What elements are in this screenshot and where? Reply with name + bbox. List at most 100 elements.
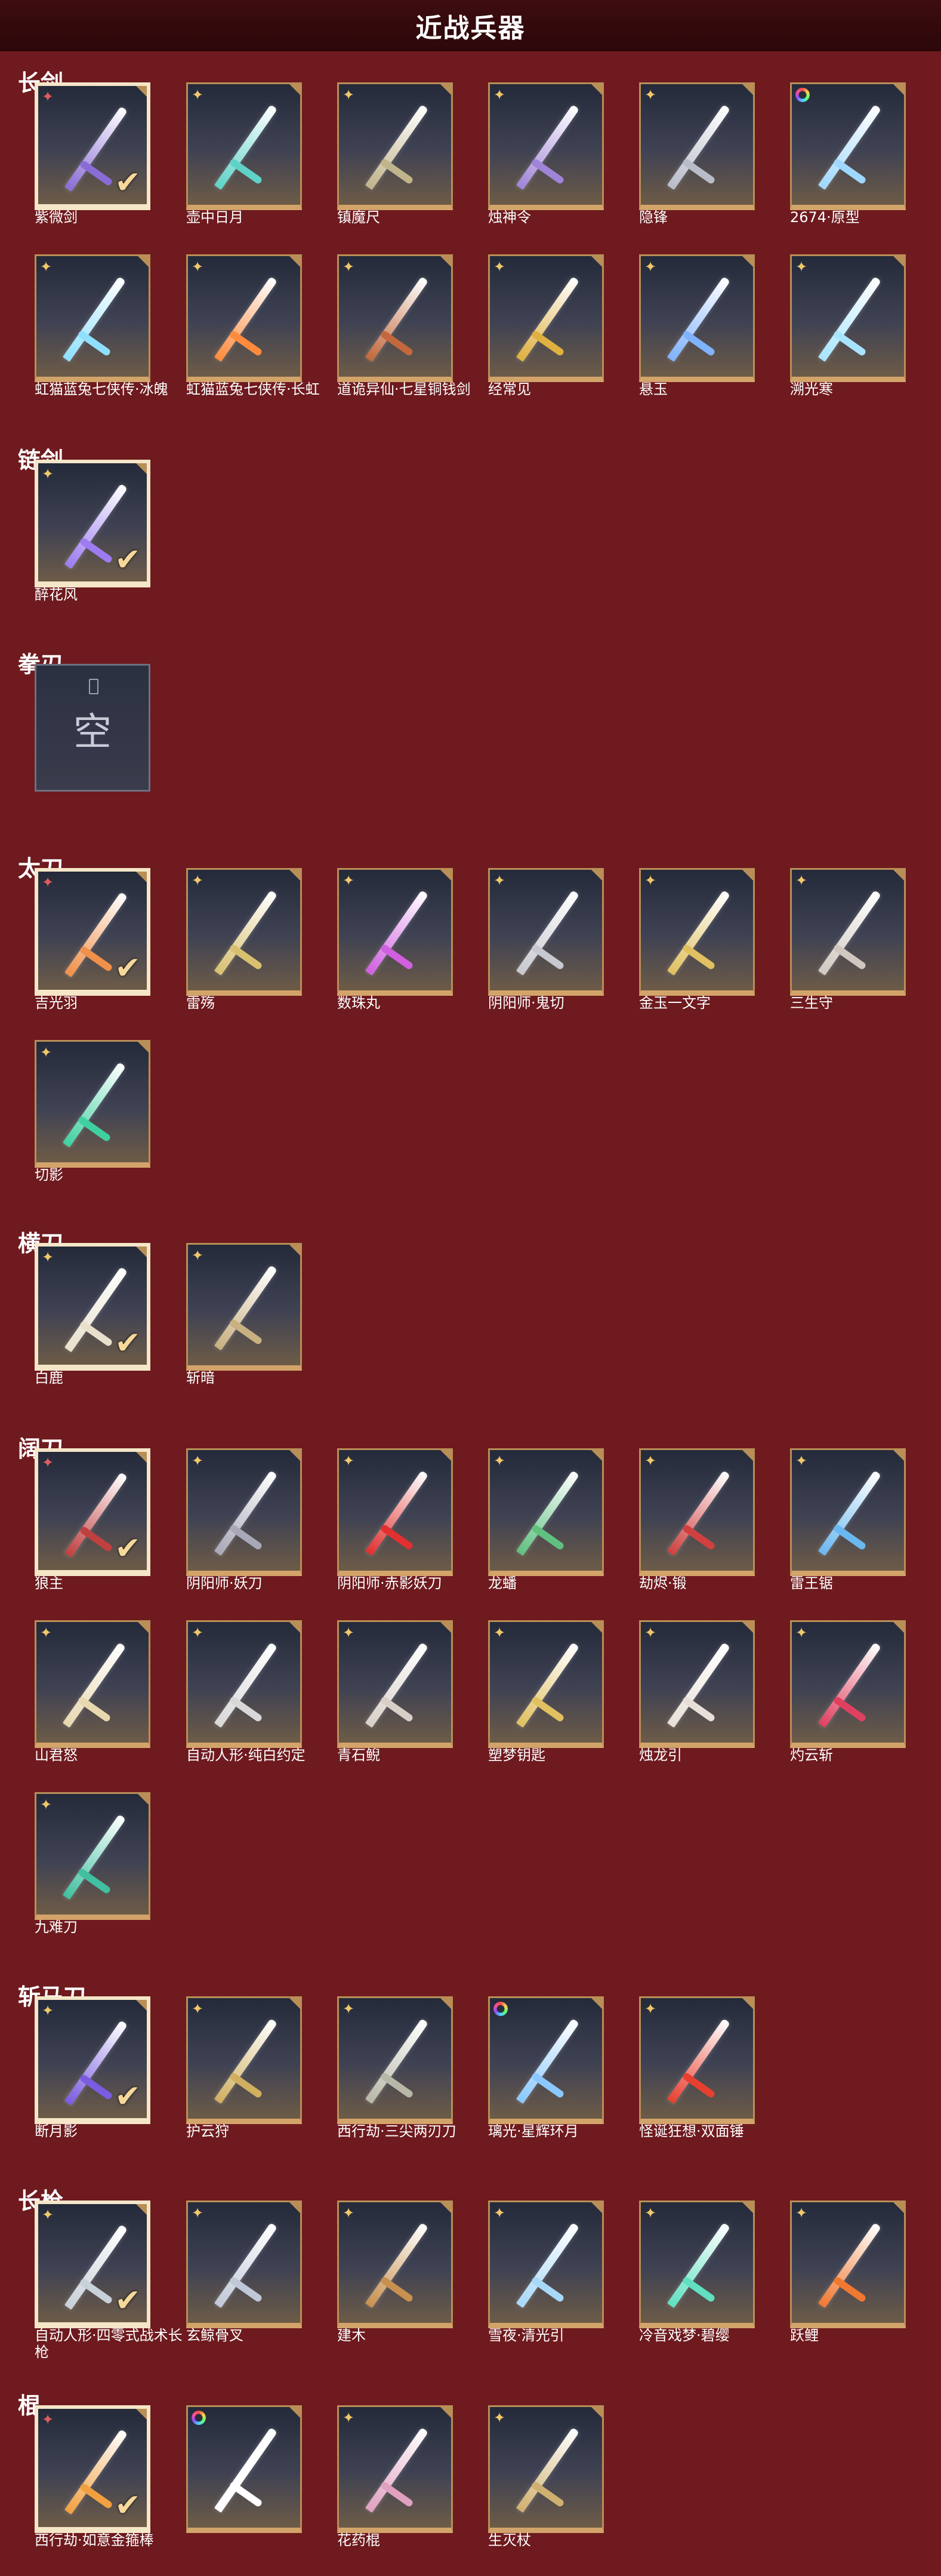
weapon-name: 劫烬·锻 bbox=[639, 1575, 687, 1592]
weapon-card[interactable]: ✦ 劫烬·锻 bbox=[639, 1448, 755, 1592]
weapon-card[interactable]: ✦ 溯光寒 bbox=[790, 254, 906, 398]
weapon-card[interactable]: ✦ 雪夜·清光引 bbox=[488, 2200, 604, 2344]
weapon-card[interactable]: ✦ ✔ 断月影 bbox=[35, 1996, 150, 2140]
corner-notch-icon bbox=[893, 870, 904, 881]
weapon-card[interactable]: ✦ 冷音戏梦·碧缨 bbox=[639, 2200, 755, 2344]
weapon-blade-icon bbox=[667, 2018, 731, 2104]
rarity-gold-star-icon: ✦ bbox=[795, 872, 808, 889]
weapon-card[interactable]: ✦ 山君怒 bbox=[35, 1620, 150, 1764]
rarity-gold-star-icon: ✦ bbox=[343, 1452, 355, 1469]
weapon-slot-empty[interactable]: 空 bbox=[35, 664, 150, 801]
weapon-name: 道诡异仙·七星铜钱剑 bbox=[337, 381, 471, 398]
weapon-thumbnail: ✦ bbox=[186, 1620, 302, 1748]
weapon-card[interactable]: ✦ 烛神令 bbox=[488, 82, 604, 226]
weapon-card[interactable]: ✦ ✔ 西行劫·如意金箍棒 bbox=[35, 2405, 154, 2549]
weapon-card[interactable]: ✦ 虹猫蓝兔七侠传·冰魄 bbox=[35, 254, 168, 398]
weapon-card[interactable]: ✦ 悬玉 bbox=[639, 254, 755, 398]
weapon-card[interactable]: ✦ ✔ 醉花风 bbox=[35, 460, 150, 603]
weapon-card[interactable]: ✦ 灼云斩 bbox=[790, 1620, 906, 1764]
weapon-blade-icon bbox=[62, 1642, 127, 1728]
weapon-card[interactable]: ✦ 隐锋 bbox=[639, 82, 755, 226]
weapon-blade-icon bbox=[516, 2018, 580, 2104]
weapon-card[interactable]: ✦ 塑梦钥匙 bbox=[488, 1620, 604, 1764]
weapon-name: 龙蟠 bbox=[488, 1575, 517, 1592]
weapon-blade-icon bbox=[365, 276, 429, 362]
weapon-card[interactable]: ✦ 经常见 bbox=[488, 254, 604, 398]
weapon-card[interactable]: ✦ ✔ 紫微剑 bbox=[35, 82, 150, 226]
weapon-card[interactable]: ✦ ✔ 狼主 bbox=[35, 1448, 150, 1592]
weapon-name: 生灭杖 bbox=[488, 2532, 531, 2549]
weapon-thumbnail: ✦ bbox=[639, 1620, 755, 1748]
weapon-card[interactable]: ✦ 龙蟠 bbox=[488, 1448, 604, 1592]
weapon-blade-icon bbox=[365, 2427, 429, 2513]
weapon-card[interactable]: ✦ 金玉一文字 bbox=[639, 868, 755, 1011]
weapon-card[interactable]: ✦ 雷殇 bbox=[186, 868, 302, 1011]
weapon-thumbnail bbox=[488, 1996, 604, 2124]
weapon-card[interactable]: ✦ 阴阳师·赤影妖刀 bbox=[337, 1448, 453, 1592]
equipped-check-icon: ✔ bbox=[115, 2488, 141, 2523]
weapon-card[interactable]: 璃光·星辉环月 bbox=[488, 1996, 604, 2140]
weapon-card[interactable]: 2674·原型 bbox=[790, 82, 906, 226]
weapon-blade-icon bbox=[365, 2018, 429, 2104]
weapon-name: 九难刀 bbox=[35, 1919, 78, 1935]
weapon-name: 虹猫蓝兔七侠传·冰魄 bbox=[35, 381, 168, 398]
weapon-card[interactable]: ✦ 青石鲵 bbox=[337, 1620, 453, 1764]
weapon-card[interactable]: ✦ 斩暗 bbox=[186, 1243, 302, 1386]
rarity-gold-star-icon: ✦ bbox=[644, 872, 657, 889]
weapon-name: 塑梦钥匙 bbox=[488, 1747, 545, 1764]
weapon-card[interactable]: ✦ 壶中日月 bbox=[186, 82, 302, 226]
weapon-card[interactable]: ✦ ✔ 自动人形·四零式战术长枪 bbox=[35, 2200, 183, 2360]
corner-notch-icon bbox=[742, 1450, 753, 1461]
weapon-name: 雪夜·清光引 bbox=[488, 2327, 564, 2344]
weapon-card[interactable]: ✦ 花药棍 bbox=[337, 2405, 453, 2549]
corner-notch-icon bbox=[136, 2409, 147, 2420]
weapon-card[interactable]: ✦ 阴阳师·鬼切 bbox=[488, 868, 604, 1011]
corner-notch-icon bbox=[591, 1450, 602, 1461]
weapon-card[interactable]: ✦ 烛龙引 bbox=[639, 1620, 755, 1764]
weapon-card[interactable] bbox=[186, 2405, 302, 2543]
rarity-gold-star-icon: ✦ bbox=[343, 258, 355, 275]
corner-notch-icon bbox=[289, 2407, 300, 2418]
weapon-thumbnail: ✦ bbox=[639, 2200, 755, 2328]
weapon-card[interactable]: ✦ 三生守 bbox=[790, 868, 906, 1011]
corner-notch-icon bbox=[742, 870, 753, 881]
weapon-name: 山君怒 bbox=[35, 1747, 78, 1764]
weapon-card[interactable]: ✦ 玄鲸骨叉 bbox=[186, 2200, 302, 2344]
weapon-card[interactable]: ✦ 切影 bbox=[35, 1040, 150, 1183]
rarity-gold-star-icon: ✦ bbox=[493, 872, 506, 889]
weapon-card[interactable]: ✦ 自动人形·纯白约定 bbox=[186, 1620, 306, 1764]
weapon-name: 花药棍 bbox=[337, 2532, 380, 2549]
weapon-card[interactable]: ✦ ✔ 吉光羽 bbox=[35, 868, 150, 1011]
weapon-blade-icon bbox=[214, 1470, 278, 1556]
weapon-thumbnail: ✦ bbox=[337, 2405, 453, 2533]
rarity-gold-star-icon: ✦ bbox=[644, 258, 657, 275]
weapon-card[interactable]: ✦ 雷王锯 bbox=[790, 1448, 906, 1592]
weapon-card[interactable]: ✦ 生灭杖 bbox=[488, 2405, 604, 2549]
weapon-card[interactable]: ✦ ✔ 白鹿 bbox=[35, 1243, 150, 1386]
rarity-gold-star-icon: ✦ bbox=[644, 1624, 657, 1641]
corner-notch-icon bbox=[289, 84, 300, 95]
corner-notch-icon bbox=[440, 2407, 451, 2418]
weapon-blade-icon bbox=[817, 276, 882, 362]
weapon-card[interactable]: ✦ 镇魔尺 bbox=[337, 82, 453, 226]
weapon-card[interactable]: ✦ 西行劫·三尖两刃刀 bbox=[337, 1996, 456, 2140]
weapon-name: 断月影 bbox=[35, 2123, 78, 2140]
rarity-gold-star-icon: ✦ bbox=[795, 1452, 808, 1469]
weapon-name: 金玉一文字 bbox=[639, 995, 711, 1011]
weapon-card[interactable]: ✦ 建木 bbox=[337, 2200, 453, 2344]
corner-notch-icon bbox=[440, 1622, 451, 1633]
weapon-card[interactable]: ✦ 虹猫蓝兔七侠传·长虹 bbox=[186, 254, 320, 398]
weapon-card[interactable]: ✦ 跃鲤 bbox=[790, 2200, 906, 2344]
rarity-gold-star-icon: ✦ bbox=[40, 1624, 53, 1641]
weapon-card[interactable]: ✦ 数珠丸 bbox=[337, 868, 453, 1011]
weapon-card[interactable]: ✦ 道诡异仙·七星铜钱剑 bbox=[337, 254, 471, 398]
rarity-gold-star-icon: ✦ bbox=[343, 2001, 355, 2017]
corner-notch-icon bbox=[742, 1622, 753, 1633]
rarity-gold-star-icon: ✦ bbox=[493, 258, 506, 275]
weapon-card[interactable]: ✦ 阴阳师·妖刀 bbox=[186, 1448, 302, 1592]
weapon-card[interactable]: ✦ 怪诞狂想·双面锤 bbox=[639, 1996, 755, 2140]
weapon-card[interactable]: ✦ 九难刀 bbox=[35, 1792, 150, 1935]
weapon-thumbnail: ✦ ✔ bbox=[35, 2200, 150, 2328]
weapon-name: 雷殇 bbox=[186, 995, 215, 1011]
weapon-card[interactable]: ✦ 护云狩 bbox=[186, 1996, 302, 2140]
